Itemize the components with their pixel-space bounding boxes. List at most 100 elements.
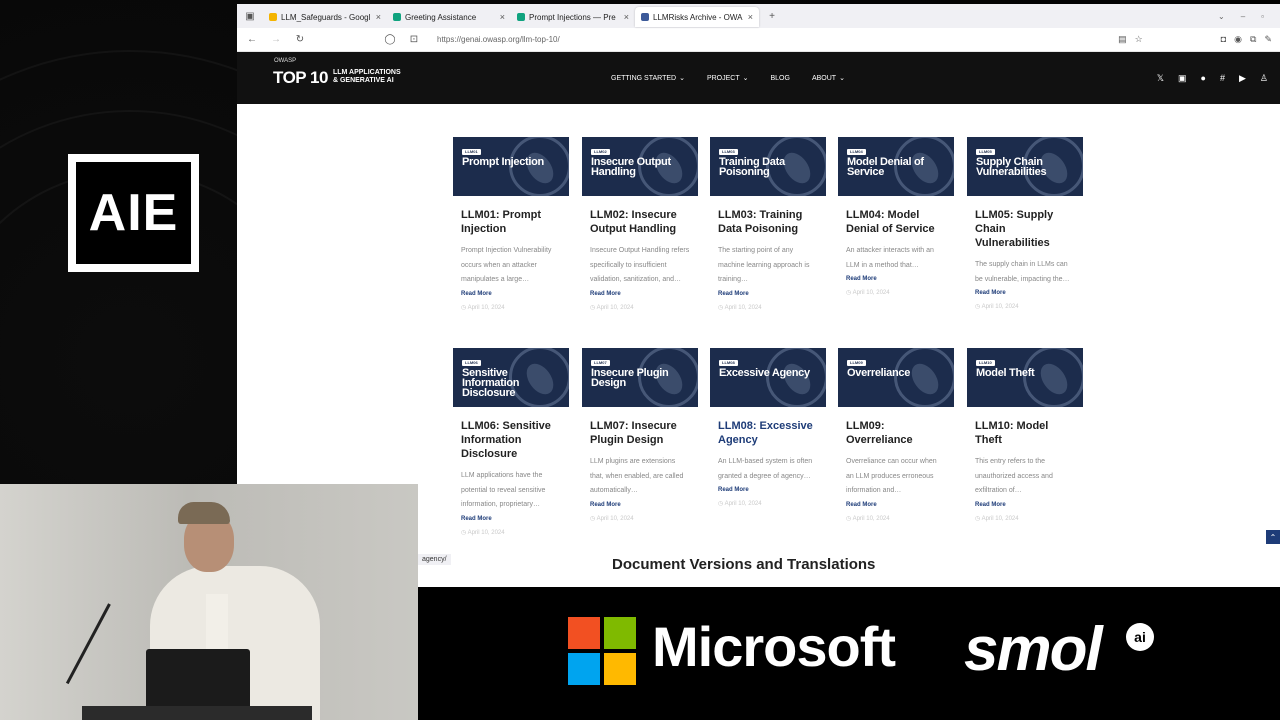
menu-about[interactable]: ABOUT ⌄ bbox=[812, 74, 845, 83]
scroll-top-button[interactable]: ⌃ bbox=[1266, 530, 1280, 544]
card-date: ◷ April 10, 2024 bbox=[975, 303, 1075, 310]
read-more-link[interactable]: Read More bbox=[846, 276, 946, 282]
new-tab-button[interactable]: + bbox=[765, 9, 779, 23]
card-excerpt: LLM applications have the potential to r… bbox=[461, 472, 546, 508]
browser-tab[interactable]: Prompt Injections — Pre × bbox=[511, 7, 635, 27]
close-tab-icon[interactable]: × bbox=[748, 12, 753, 22]
card-date: ◷ April 10, 2024 bbox=[718, 500, 818, 507]
card-excerpt: An attacker interacts with an LLM in a m… bbox=[846, 247, 934, 269]
menu-getting-started[interactable]: GETTING STARTED ⌄ bbox=[611, 74, 685, 83]
card-thumbnail[interactable]: LLM01 Prompt Injection bbox=[453, 137, 569, 196]
read-more-link[interactable]: Read More bbox=[590, 502, 690, 508]
github-icon[interactable]: ● bbox=[1201, 73, 1206, 83]
linkedin-icon[interactable]: ▣ bbox=[1178, 73, 1187, 84]
link-status-url: agency/ bbox=[418, 554, 451, 565]
pen-icon[interactable]: ✎ bbox=[1264, 34, 1272, 45]
card-title-link[interactable]: LLM01: Prompt Injection bbox=[461, 208, 561, 236]
read-more-link[interactable]: Read More bbox=[975, 290, 1075, 296]
read-more-link[interactable]: Read More bbox=[846, 502, 946, 508]
reload-button[interactable]: ↻ bbox=[293, 33, 307, 47]
chevron-down-icon: ⌄ bbox=[742, 75, 749, 82]
card-date: ◷ April 10, 2024 bbox=[461, 304, 561, 311]
speaker-video bbox=[0, 484, 418, 720]
card-thumbnail-title: Excessive Agency bbox=[719, 367, 810, 379]
card-title-link[interactable]: LLM10: Model Theft bbox=[975, 419, 1075, 447]
account-icon[interactable]: ◉ bbox=[1234, 34, 1242, 45]
tab-strip: LLM_Safeguards - Googl × Greeting Assistan… bbox=[263, 5, 759, 27]
card-excerpt: Overreliance can occur when an LLM produ… bbox=[846, 458, 937, 494]
card-title-link[interactable]: LLM02: Insecure Output Handling bbox=[590, 208, 690, 236]
card-thumbnail[interactable]: LLM04 Model Denial of Service bbox=[838, 137, 954, 196]
clock-icon: ◷ bbox=[461, 304, 468, 311]
site-logo[interactable]: OWASP TOP 10 LLM APPLICATIONS & GENERATI… bbox=[273, 58, 401, 87]
card-date: ◷ April 10, 2024 bbox=[590, 515, 690, 522]
read-more-link[interactable]: Read More bbox=[461, 516, 561, 522]
card-date: ◷ April 10, 2024 bbox=[718, 304, 818, 311]
clock-icon: ◷ bbox=[846, 515, 853, 522]
close-tab-icon[interactable]: × bbox=[376, 12, 381, 22]
tab-label: LLMRisks Archive - OWA bbox=[653, 12, 743, 22]
date-text: April 10, 2024 bbox=[724, 304, 762, 311]
tab-list-chevron-icon[interactable]: ⌄ bbox=[1218, 12, 1225, 21]
card-title-link[interactable]: LLM03: Training Data Poisoning bbox=[718, 208, 818, 236]
card-thumbnail[interactable]: LLM03 Training Data Poisoning bbox=[710, 137, 826, 196]
card-tag: LLM03 bbox=[719, 149, 738, 155]
risk-card: LLM10 Model Theft LLM10: Model Theft This e… bbox=[967, 348, 1083, 522]
logo-subtitle-2: & GENERATIVE AI bbox=[332, 77, 394, 84]
card-title-link[interactable]: LLM04: Model Denial of Service bbox=[846, 208, 946, 236]
menu-project[interactable]: PROJECT ⌄ bbox=[707, 74, 749, 83]
read-more-link[interactable]: Read More bbox=[461, 291, 561, 297]
card-thumbnail-title: Model Denial of Service bbox=[847, 156, 924, 178]
browser-tab[interactable]: LLMRisks Archive - OWA × bbox=[635, 7, 759, 27]
event-logo: AIE bbox=[68, 154, 199, 272]
shield-icon[interactable]: ◯ bbox=[383, 33, 397, 47]
read-more-link[interactable]: Read More bbox=[718, 487, 818, 493]
extensions-icon[interactable]: ⧉ bbox=[1250, 34, 1256, 45]
lock-icon[interactable]: ⊡ bbox=[407, 33, 421, 47]
back-button[interactable]: ← bbox=[245, 33, 259, 47]
pocket-icon[interactable]: ◘ bbox=[1221, 34, 1226, 45]
card-title-link[interactable]: LLM06: Sensitive Information Disclosure bbox=[461, 419, 561, 461]
bookmark-star-icon[interactable]: ☆ bbox=[1135, 34, 1143, 45]
tab-favicon-icon bbox=[269, 13, 277, 21]
card-thumbnail[interactable]: LLM02 Insecure Output Handling bbox=[582, 137, 698, 196]
tab-favicon-icon bbox=[641, 13, 649, 21]
date-text: April 10, 2024 bbox=[981, 515, 1019, 522]
close-tab-icon[interactable]: × bbox=[624, 12, 629, 22]
card-title-link[interactable]: LLM08: Excessive Agency bbox=[718, 419, 818, 447]
read-more-link[interactable]: Read More bbox=[975, 502, 1075, 508]
tab-favicon-icon bbox=[517, 13, 525, 21]
slack-icon[interactable]: # bbox=[1220, 73, 1225, 83]
clock-icon: ◷ bbox=[846, 290, 853, 296]
maximize-button[interactable]: ▫ bbox=[1261, 12, 1264, 21]
card-title-link[interactable]: LLM05: Supply Chain Vulnerabilities bbox=[975, 208, 1075, 250]
card-thumbnail[interactable]: LLM07 Insecure Plugin Design bbox=[582, 348, 698, 407]
menu-blog[interactable]: BLOG bbox=[771, 75, 790, 82]
youtube-icon[interactable]: ▶ bbox=[1239, 73, 1246, 84]
close-tab-icon[interactable]: × bbox=[500, 12, 505, 22]
browser-tab[interactable]: Greeting Assistance × bbox=[387, 7, 511, 27]
minimize-button[interactable]: – bbox=[1241, 12, 1245, 21]
card-excerpt: Prompt Injection Vulnerability occurs wh… bbox=[461, 247, 552, 283]
card-thumbnail[interactable]: LLM09 Overreliance bbox=[838, 348, 954, 407]
tab-overview-icon[interactable]: ▣ bbox=[243, 9, 257, 23]
clock-icon: ◷ bbox=[718, 501, 725, 507]
forward-button[interactable]: → bbox=[269, 33, 283, 47]
card-thumbnail[interactable]: LLM06 Sensitive Information Disclosure bbox=[453, 348, 569, 407]
read-more-link[interactable]: Read More bbox=[590, 291, 690, 297]
card-thumbnail[interactable]: LLM08 Excessive Agency bbox=[710, 348, 826, 407]
card-thumbnail[interactable]: LLM10 Model Theft bbox=[967, 348, 1083, 407]
address-bar[interactable]: https://genai.owasp.org/llm-top-10/ bbox=[437, 35, 560, 44]
tab-bar: ▣ LLM_Safeguards - Googl × Greeting Assist… bbox=[237, 4, 1280, 28]
reader-view-icon[interactable]: ▤ bbox=[1118, 34, 1127, 45]
card-thumbnail[interactable]: LLM05 Supply Chain Vulnerabilities bbox=[967, 137, 1083, 196]
card-title-link[interactable]: LLM07: Insecure Plugin Design bbox=[590, 419, 690, 447]
x-icon[interactable]: 𝕏 bbox=[1157, 73, 1164, 84]
user-icon[interactable]: ♙ bbox=[1260, 73, 1268, 84]
card-thumbnail-title: Supply Chain Vulnerabilities bbox=[976, 156, 1047, 178]
smol-ai-badge: ai bbox=[1126, 623, 1154, 651]
card-tag: LLM08 bbox=[719, 360, 738, 366]
read-more-link[interactable]: Read More bbox=[718, 291, 818, 297]
browser-tab[interactable]: LLM_Safeguards - Googl × bbox=[263, 7, 387, 27]
card-title-link[interactable]: LLM09: Overreliance bbox=[846, 419, 946, 447]
